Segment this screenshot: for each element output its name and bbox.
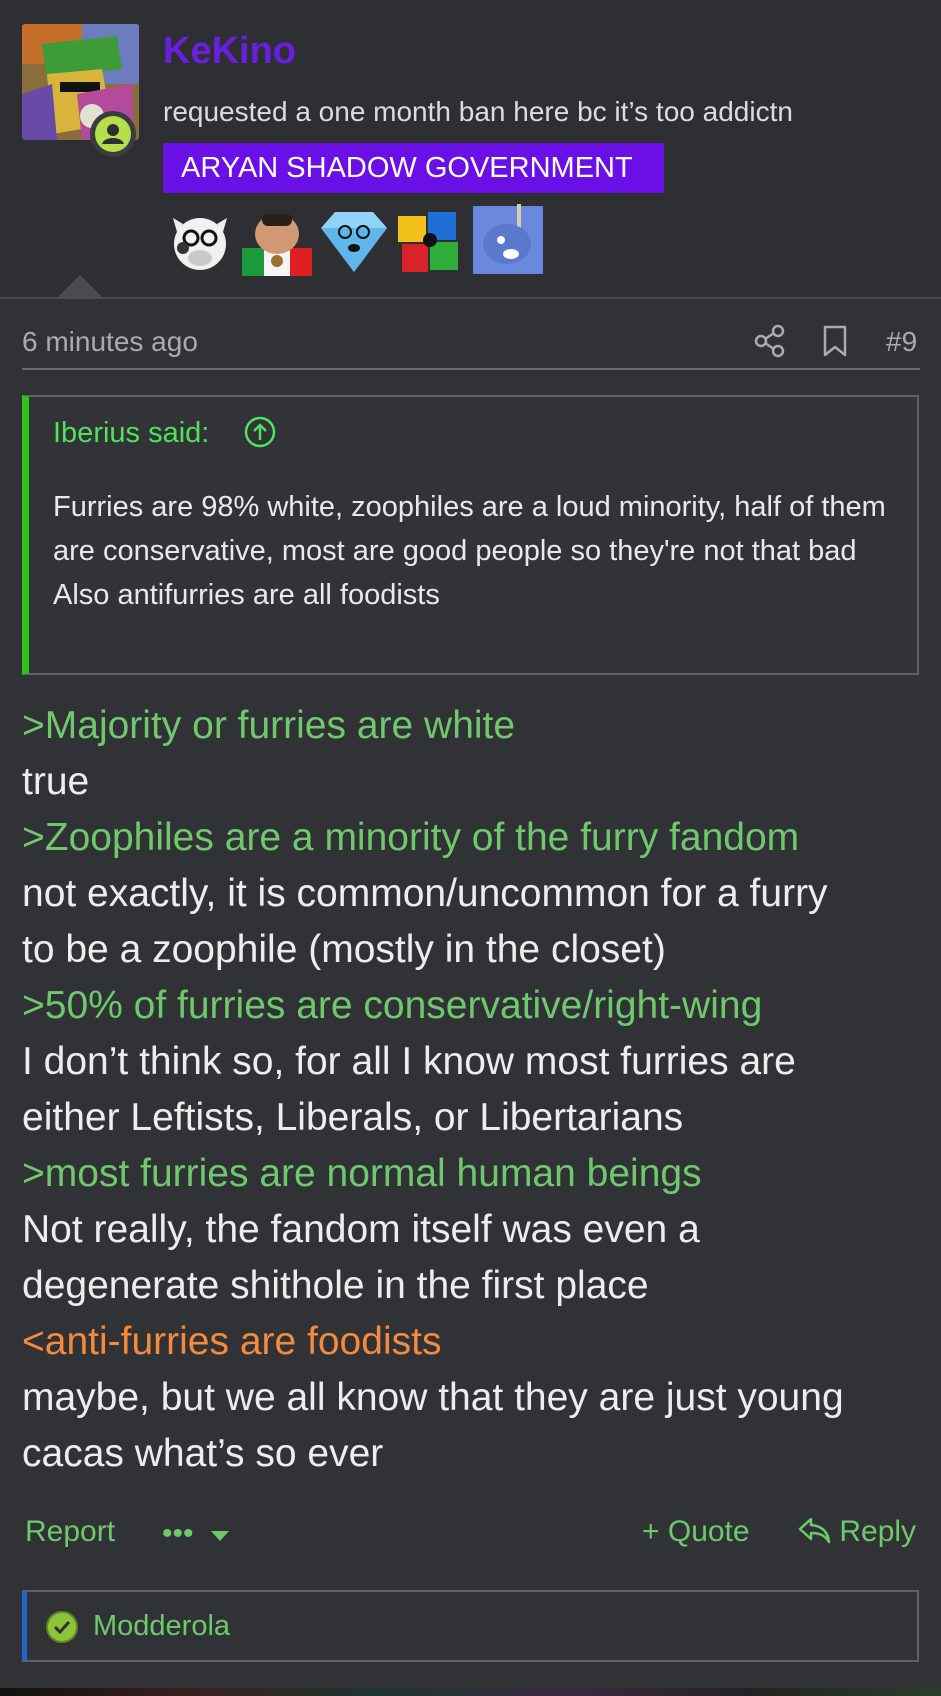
bookmark-icon[interactable]: [822, 324, 848, 358]
next-post-edge: [0, 1688, 941, 1696]
share-icon[interactable]: [754, 324, 786, 358]
user-title: requested a one month ban here bc it’s t…: [163, 96, 793, 127]
orangetext-line: <anti-furries are foodists: [22, 1320, 442, 1363]
text-line: to be a zoophile (mostly in the closet): [22, 928, 666, 971]
quote-block: Iberius said: Furries are 98% white, zoo…: [22, 395, 919, 675]
quote-body: Furries are 98% white, zoophiles are a l…: [53, 485, 903, 617]
quote-button[interactable]: + Quote: [642, 1515, 750, 1549]
mexico-flag-man-badge-icon[interactable]: [240, 204, 314, 276]
cow-glasses-badge-icon[interactable]: [163, 204, 237, 276]
report-button[interactable]: Report: [25, 1515, 115, 1549]
post-pointer-arrow: [58, 275, 102, 297]
post-content: >Majority or furries are white true >Zoo…: [22, 698, 922, 1482]
text-line: cacas what’s so ever: [22, 1432, 384, 1475]
post-actions: Report ••• + Quote Reply: [22, 1515, 922, 1559]
post-timestamp[interactable]: 6 minutes ago: [22, 326, 198, 358]
reply-label: Reply: [839, 1515, 917, 1548]
quote-line: Furries are 98% white, zoophiles are a l…: [53, 491, 886, 567]
greentext-line: >most furries are normal human beings: [22, 1152, 702, 1195]
diamond-wojak-badge-icon[interactable]: [317, 204, 391, 276]
jump-to-quote-icon[interactable]: [244, 416, 276, 448]
more-dots-label: •••: [162, 1517, 194, 1550]
reactions-bar[interactable]: Modderola: [22, 1590, 919, 1662]
check-reaction-icon: [45, 1610, 79, 1644]
username[interactable]: KeKino: [163, 30, 296, 73]
user-banner: ARYAN SHADOW GOVERNMENT: [163, 143, 664, 193]
greentext-line: >Zoophiles are a minority of the furry f…: [22, 816, 800, 859]
user-online-icon: [102, 124, 124, 144]
reaction-user-name[interactable]: Modderola: [93, 1610, 230, 1643]
post-meta-bar: 6 minutes ago #9: [22, 320, 920, 370]
blue-creature-noose-badge-icon[interactable]: [471, 204, 545, 276]
online-status-badge: [90, 111, 136, 157]
post-header: KeKino requested a one month ban here bc…: [0, 0, 941, 299]
reply-button[interactable]: Reply: [797, 1515, 916, 1549]
text-line: true: [22, 760, 90, 803]
text-line: degenerate shithole in the first place: [22, 1264, 649, 1307]
text-line: either Leftists, Liberals, or Libertaria…: [22, 1096, 684, 1139]
quote-author[interactable]: Iberius said:: [53, 417, 209, 450]
text-line: not exactly, it is common/uncommon for a…: [22, 872, 828, 915]
puzzle-pieces-badge-icon[interactable]: [394, 204, 468, 276]
post-number-link[interactable]: #9: [886, 326, 917, 358]
greentext-line: >Majority or furries are white: [22, 704, 516, 747]
text-line: Not really, the fandom itself was even a: [22, 1208, 700, 1251]
more-options-button[interactable]: •••: [162, 1517, 230, 1551]
reply-arrow-icon: [798, 1517, 831, 1544]
text-line: I don’t think so, for all I know most fu…: [22, 1040, 796, 1083]
chevron-down-icon: [210, 1531, 229, 1541]
text-line: maybe, but we all know that they are jus…: [22, 1376, 844, 1419]
greentext-line: >50% of furries are conservative/right-w…: [22, 984, 763, 1027]
quote-line: Also antifurries are all foodists: [53, 579, 440, 611]
